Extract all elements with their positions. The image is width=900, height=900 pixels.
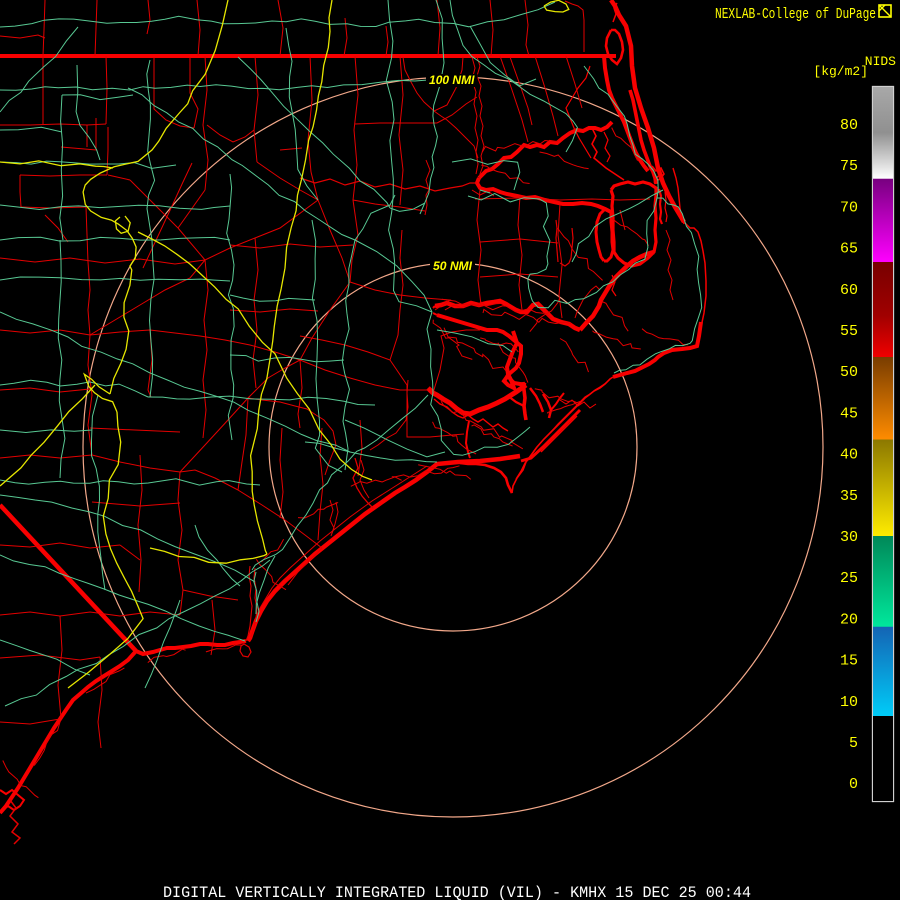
svg-text:DIGITAL VERTICALLY INTEGRATED: DIGITAL VERTICALLY INTEGRATED LIQUID (VI… [163, 884, 751, 900]
svg-text:50 NMI: 50 NMI [433, 259, 473, 273]
svg-text:NEXLAB-College of DuPage: NEXLAB-College of DuPage [715, 6, 876, 23]
svg-text:0: 0 [849, 776, 858, 793]
svg-text:5: 5 [849, 735, 858, 752]
svg-text:40: 40 [840, 447, 858, 464]
svg-text:35: 35 [840, 488, 858, 505]
svg-text:20: 20 [840, 611, 858, 628]
svg-text:60: 60 [840, 282, 858, 299]
svg-text:[kg/m2]: [kg/m2] [813, 64, 868, 79]
svg-text:70: 70 [840, 199, 858, 216]
svg-text:55: 55 [840, 323, 858, 340]
svg-text:80: 80 [840, 117, 858, 134]
svg-text:NIDS: NIDS [865, 54, 896, 69]
svg-text:25: 25 [840, 570, 858, 587]
svg-text:30: 30 [840, 529, 858, 546]
svg-text:45: 45 [840, 405, 858, 422]
svg-text:75: 75 [840, 158, 858, 175]
svg-text:50: 50 [840, 364, 858, 381]
svg-text:10: 10 [840, 694, 858, 711]
svg-text:65: 65 [840, 241, 858, 258]
svg-text:15: 15 [840, 653, 858, 670]
svg-text:100 NMI: 100 NMI [429, 73, 475, 87]
